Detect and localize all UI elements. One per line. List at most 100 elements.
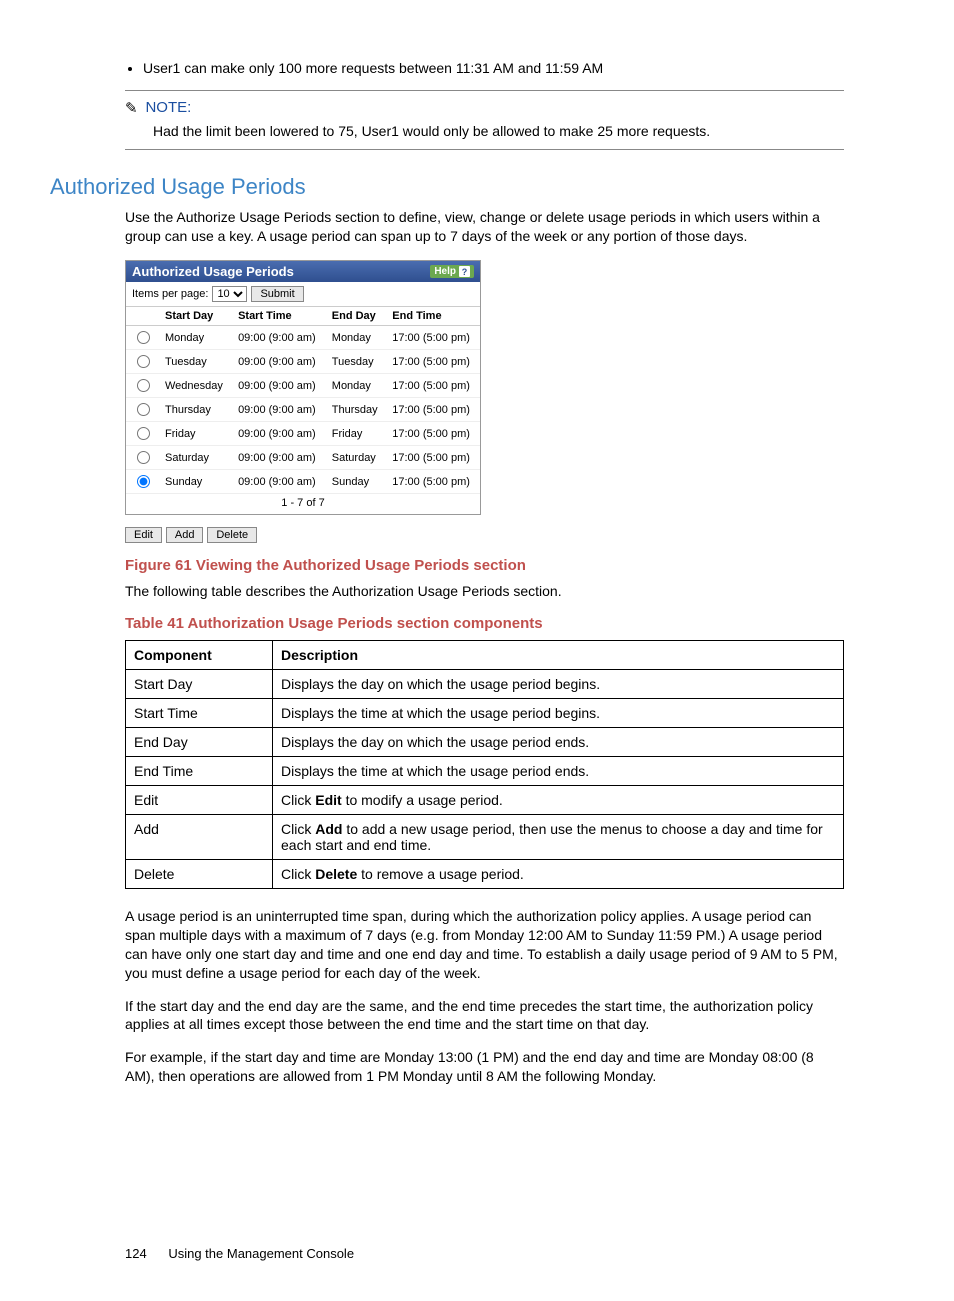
cell: 09:00 (9:00 am) xyxy=(232,374,326,398)
intro-paragraph: Use the Authorize Usage Periods section … xyxy=(125,208,844,246)
note-icon: ✎ xyxy=(125,99,138,117)
cell: Monday xyxy=(326,374,386,398)
cell: 17:00 (5:00 pm) xyxy=(386,470,480,494)
usage-periods-table: Start Day Start Time End Day End Time Mo… xyxy=(126,307,480,494)
table-row: Sunday09:00 (9:00 am)Sunday17:00 (5:00 p… xyxy=(126,470,480,494)
bullet-list: User1 can make only 100 more requests be… xyxy=(125,60,844,76)
table-row: Start DayDisplays the day on which the u… xyxy=(126,669,844,698)
row-radio[interactable] xyxy=(137,427,150,440)
cell: Monday xyxy=(159,326,232,350)
row-radio[interactable] xyxy=(137,379,150,392)
cell: Tuesday xyxy=(159,350,232,374)
items-per-page-select[interactable]: 10 xyxy=(212,286,247,302)
cell: Monday xyxy=(326,326,386,350)
table-row: AddClick Add to add a new usage period, … xyxy=(126,814,844,859)
cell: 09:00 (9:00 am) xyxy=(232,470,326,494)
footer-title: Using the Management Console xyxy=(168,1246,354,1261)
col-description: Description xyxy=(273,640,844,669)
component-cell: Start Time xyxy=(126,698,273,727)
cell: Friday xyxy=(326,422,386,446)
component-cell: End Time xyxy=(126,756,273,785)
cell: 17:00 (5:00 pm) xyxy=(386,422,480,446)
description-cell: Displays the time at which the usage per… xyxy=(273,756,844,785)
cell: 09:00 (9:00 am) xyxy=(232,446,326,470)
cell: Sunday xyxy=(326,470,386,494)
description-cell: Click Delete to remove a usage period. xyxy=(273,859,844,888)
cell: 17:00 (5:00 pm) xyxy=(386,398,480,422)
submit-button[interactable]: Submit xyxy=(251,286,303,302)
paragraph-1: A usage period is an uninterrupted time … xyxy=(125,907,844,983)
paragraph-3: For example, if the start day and time a… xyxy=(125,1048,844,1086)
description-cell: Click Edit to modify a usage period. xyxy=(273,785,844,814)
page-footer: 124 Using the Management Console xyxy=(125,1246,844,1261)
table-row: Saturday09:00 (9:00 am)Saturday17:00 (5:… xyxy=(126,446,480,470)
col-end-day: End Day xyxy=(326,307,386,326)
cell: Tuesday xyxy=(326,350,386,374)
page-number: 124 xyxy=(125,1246,147,1261)
cell: Saturday xyxy=(326,446,386,470)
cell: Wednesday xyxy=(159,374,232,398)
section-heading: Authorized Usage Periods xyxy=(50,174,844,200)
row-radio[interactable] xyxy=(137,331,150,344)
row-radio[interactable] xyxy=(137,403,150,416)
table-caption: Table 41 Authorization Usage Periods sec… xyxy=(125,615,844,632)
pager-text: 1 - 7 of 7 xyxy=(126,494,480,514)
add-button[interactable]: Add xyxy=(166,527,204,543)
note-body: Had the limit been lowered to 75, User1 … xyxy=(153,123,844,139)
widget-toolbar: Items per page: 10 Submit xyxy=(126,282,480,307)
widget-title: Authorized Usage Periods xyxy=(132,264,294,279)
cell: 09:00 (9:00 am) xyxy=(232,422,326,446)
table-row: Start TimeDisplays the time at which the… xyxy=(126,698,844,727)
cell: 09:00 (9:00 am) xyxy=(232,398,326,422)
component-cell: End Day xyxy=(126,727,273,756)
component-cell: Edit xyxy=(126,785,273,814)
table-row: DeleteClick Delete to remove a usage per… xyxy=(126,859,844,888)
description-cell: Displays the day on which the usage peri… xyxy=(273,669,844,698)
items-per-page-label: Items per page: xyxy=(132,288,208,300)
col-end-time: End Time xyxy=(386,307,480,326)
col-start-time: Start Time xyxy=(232,307,326,326)
cell: Thursday xyxy=(326,398,386,422)
note-block: ✎ NOTE: Had the limit been lowered to 75… xyxy=(125,90,844,150)
table-row: End TimeDisplays the time at which the u… xyxy=(126,756,844,785)
row-radio[interactable] xyxy=(137,475,150,488)
row-radio[interactable] xyxy=(137,355,150,368)
col-start-day: Start Day xyxy=(159,307,232,326)
description-cell: Displays the time at which the usage per… xyxy=(273,698,844,727)
figure-caption: Figure 61 Viewing the Authorized Usage P… xyxy=(125,557,844,574)
description-cell: Click Add to add a new usage period, the… xyxy=(273,814,844,859)
paragraph-2: If the start day and the end day are the… xyxy=(125,997,844,1035)
component-cell: Delete xyxy=(126,859,273,888)
cell: 17:00 (5:00 pm) xyxy=(386,446,480,470)
help-label: Help xyxy=(434,266,456,277)
table-row: Friday09:00 (9:00 am)Friday17:00 (5:00 p… xyxy=(126,422,480,446)
delete-button[interactable]: Delete xyxy=(207,527,257,543)
component-cell: Add xyxy=(126,814,273,859)
cell: 17:00 (5:00 pm) xyxy=(386,326,480,350)
table-row: Monday09:00 (9:00 am)Monday17:00 (5:00 p… xyxy=(126,326,480,350)
description-cell: Displays the day on which the usage peri… xyxy=(273,727,844,756)
help-link[interactable]: Help ? xyxy=(430,265,474,278)
cell: Thursday xyxy=(159,398,232,422)
bullet-item: User1 can make only 100 more requests be… xyxy=(143,60,844,76)
cell: 09:00 (9:00 am) xyxy=(232,350,326,374)
row-radio[interactable] xyxy=(137,451,150,464)
following-paragraph: The following table describes the Author… xyxy=(125,582,844,601)
note-label: NOTE: xyxy=(145,99,191,116)
edit-button[interactable]: Edit xyxy=(125,527,162,543)
cell: 09:00 (9:00 am) xyxy=(232,326,326,350)
cell: Saturday xyxy=(159,446,232,470)
widget-actions: Edit Add Delete xyxy=(125,525,844,543)
widget-header: Authorized Usage Periods Help ? xyxy=(126,261,480,282)
usage-periods-widget: Authorized Usage Periods Help ? Items pe… xyxy=(125,260,481,515)
component-cell: Start Day xyxy=(126,669,273,698)
cell: Sunday xyxy=(159,470,232,494)
cell: Friday xyxy=(159,422,232,446)
table-row: Thursday09:00 (9:00 am)Thursday17:00 (5:… xyxy=(126,398,480,422)
cell: 17:00 (5:00 pm) xyxy=(386,350,480,374)
table-row: Wednesday09:00 (9:00 am)Monday17:00 (5:0… xyxy=(126,374,480,398)
table-row: End DayDisplays the day on which the usa… xyxy=(126,727,844,756)
table-row: Tuesday09:00 (9:00 am)Tuesday17:00 (5:00… xyxy=(126,350,480,374)
col-component: Component xyxy=(126,640,273,669)
table-row: EditClick Edit to modify a usage period. xyxy=(126,785,844,814)
